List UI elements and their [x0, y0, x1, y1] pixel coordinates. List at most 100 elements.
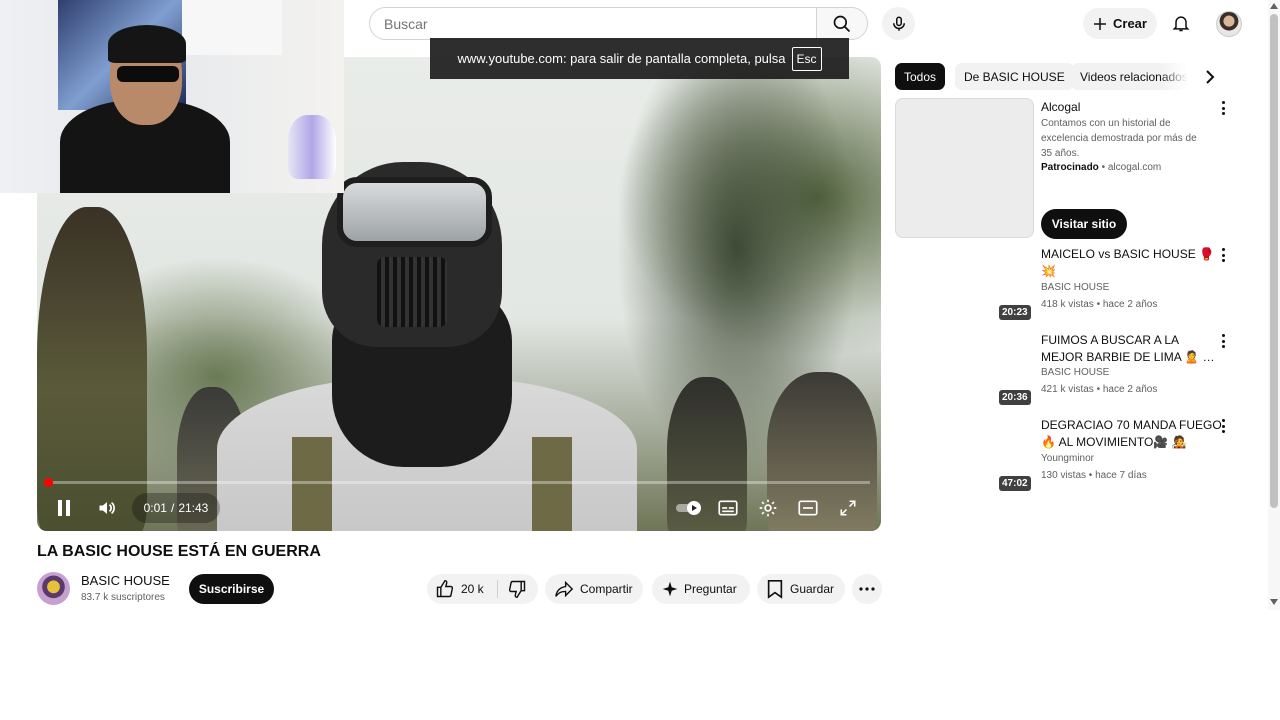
scroll-down-button[interactable] [1268, 596, 1280, 608]
ad-thumbnail[interactable] [895, 98, 1034, 238]
rec-age: hace 2 años [1102, 299, 1158, 310]
progress-bar[interactable] [48, 481, 870, 484]
rec-duration: 47:02 [999, 476, 1031, 491]
plus-icon [1094, 17, 1106, 30]
webcam-overlay [0, 0, 344, 193]
settings-button[interactable] [756, 496, 780, 520]
subscribe-button[interactable]: Suscribirse [189, 574, 274, 604]
search-button[interactable] [816, 7, 868, 40]
create-button[interactable]: Crear [1083, 8, 1157, 39]
mask-grill [377, 257, 447, 327]
save-button[interactable]: Guardar [757, 574, 845, 604]
toast-text: www.youtube.com: para salir de pantalla … [457, 51, 786, 66]
share-button[interactable]: Compartir [545, 574, 643, 604]
volume-button[interactable] [95, 496, 119, 520]
rec-stats: 130 vistas • hace 7 días [1041, 470, 1147, 481]
window [182, 0, 282, 55]
arrow-up-icon [1270, 3, 1278, 9]
like-divider [497, 580, 498, 598]
rec-views: 421 k vistas [1041, 384, 1094, 395]
voice-search-button[interactable] [882, 7, 915, 40]
ask-label: Preguntar [684, 582, 737, 596]
pause-icon [58, 500, 70, 516]
theater-button[interactable] [796, 496, 820, 520]
share-label: Compartir [580, 582, 633, 596]
ad-menu-button[interactable] [1215, 99, 1231, 117]
streamer-sunglasses [117, 66, 179, 82]
mic-icon [892, 16, 905, 31]
sponsored-label: Patrocinado [1041, 162, 1099, 173]
sparkle-icon [662, 581, 678, 597]
settings-icon [759, 499, 777, 517]
rec-channel: BASIC HOUSE [1041, 282, 1110, 293]
search-box[interactable] [369, 7, 816, 40]
chips-next-button[interactable] [1200, 66, 1220, 88]
soldier-back-3 [767, 372, 877, 531]
chip-all[interactable]: Todos [895, 63, 946, 90]
arrow-down-icon [1270, 599, 1278, 605]
video-title: LA BASIC HOUSE ESTÁ EN GUERRA [37, 543, 321, 560]
like-count: 20 k [461, 582, 484, 596]
goggles [337, 177, 492, 247]
rec-stats: 418 k vistas • hace 2 años [1041, 299, 1158, 310]
progress-scrubber[interactable] [44, 478, 53, 487]
current-time: 0:01 [143, 501, 167, 515]
autoplay-icon [676, 501, 701, 515]
rec-title-line1: FUIMOS A BUSCAR A LA [1041, 333, 1180, 347]
fullscreen-toast: www.youtube.com: para salir de pantalla … [430, 38, 849, 79]
rec-age: hace 2 años [1102, 384, 1158, 395]
rec-duration: 20:36 [999, 390, 1031, 405]
autoplay-toggle[interactable] [674, 498, 704, 518]
create-label: Crear [1113, 16, 1147, 31]
channel-name[interactable]: BASIC HOUSE [81, 573, 170, 588]
rec-title-line2: 💥 [1041, 264, 1056, 278]
rec-title-line2: MEJOR BARBIE DE LIMA 🙎 … [1041, 350, 1215, 364]
subtitles-button[interactable] [716, 496, 740, 520]
share-icon [555, 580, 574, 598]
thumbs-down-icon [508, 580, 526, 599]
chevron-right-icon [1206, 70, 1215, 84]
more-actions-button[interactable] [852, 574, 882, 604]
esc-key: Esc [791, 46, 822, 71]
thumbs-up-icon [436, 579, 454, 598]
ad-domain: alcogal.com [1107, 162, 1162, 173]
fullscreen-exit-icon [840, 500, 856, 516]
rec-menu-button[interactable] [1215, 332, 1231, 350]
bell-icon [1172, 16, 1190, 32]
fullscreen-exit-button[interactable] [836, 496, 860, 520]
volume-icon [99, 501, 115, 515]
like-dislike-group: 20 k [427, 574, 538, 604]
more-horizontal-icon [859, 587, 875, 591]
rec-channel: Youngminor [1041, 453, 1095, 464]
rec-title-line1: DEGRACIAO 70 MANDA FUEGO [1041, 418, 1222, 432]
visit-site-button[interactable]: Visitar sitio [1041, 209, 1127, 239]
ask-button[interactable]: Preguntar [652, 574, 750, 604]
subtitles-icon [718, 500, 738, 516]
account-avatar[interactable] [1216, 11, 1242, 37]
search-input[interactable] [370, 8, 816, 39]
streamer-cap [108, 25, 186, 63]
scroll-up-button[interactable] [1268, 0, 1280, 12]
ad-title[interactable]: Alcogal [1041, 100, 1201, 114]
time-separator: / [170, 501, 175, 515]
search-icon [833, 15, 851, 32]
rec-menu-button[interactable] [1215, 246, 1231, 264]
notifications-button[interactable] [1167, 8, 1195, 38]
chip-from-channel[interactable]: De BASIC HOUSE [955, 63, 1074, 90]
rec-title-line2: 🔥 AL MOVIMIENTO🎥 🧑‍🎤 [1041, 435, 1187, 449]
save-label: Guardar [790, 582, 835, 596]
rec-channel: BASIC HOUSE [1041, 367, 1110, 378]
rec-title-line1: MAICELO vs BASIC HOUSE 🥊 [1041, 247, 1214, 261]
rec-menu-button[interactable] [1215, 417, 1231, 435]
channel-avatar[interactable] [37, 572, 70, 605]
ad-sponsor-line: Patrocinado • alcogal.com [1041, 162, 1161, 173]
scrollbar-thumb[interactable] [1270, 14, 1278, 508]
pause-button[interactable] [52, 496, 76, 520]
rec-duration: 20:23 [999, 305, 1031, 320]
rec-views: 418 k vistas [1041, 299, 1094, 310]
vest-strap-left [292, 437, 332, 531]
rec-age: hace 7 días [1095, 470, 1147, 481]
theater-icon [798, 500, 818, 516]
like-button[interactable]: 20 k [427, 574, 497, 604]
dislike-button[interactable] [505, 579, 529, 599]
